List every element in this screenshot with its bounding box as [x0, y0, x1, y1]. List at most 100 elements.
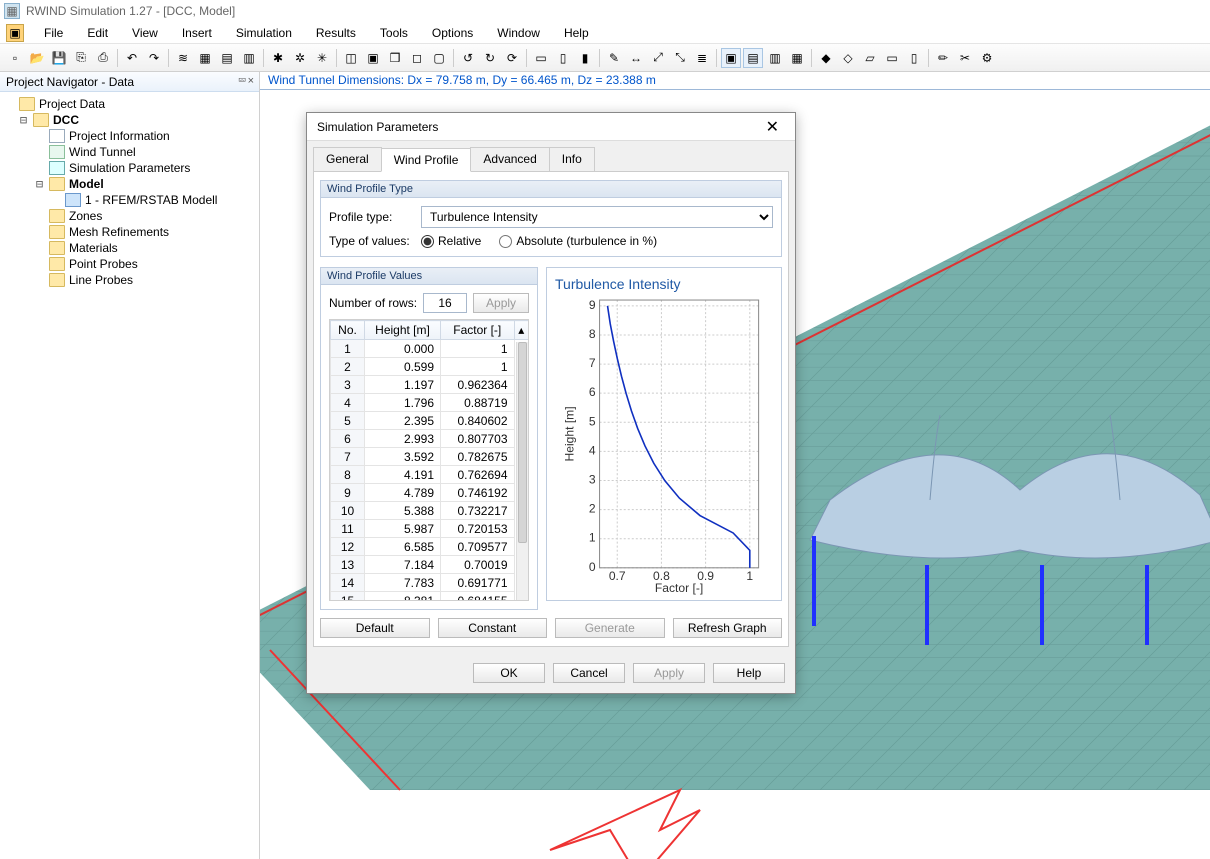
generate-button[interactable]: Generate: [555, 618, 665, 638]
scale-icon[interactable]: ⤡: [670, 48, 690, 68]
table-row[interactable]: 105.3880.732217: [331, 502, 529, 520]
stack-icon[interactable]: ≣: [692, 48, 712, 68]
settings-icon[interactable]: ⚙: [977, 48, 997, 68]
number-of-rows-input[interactable]: [423, 293, 467, 313]
overlay-icon[interactable]: ▯: [553, 48, 573, 68]
snap-icon[interactable]: ▥: [239, 48, 259, 68]
table-row[interactable]: 31.1970.962364: [331, 376, 529, 394]
tree-root[interactable]: Project Data: [4, 96, 255, 112]
palette-icon[interactable]: ▮: [575, 48, 595, 68]
col-no[interactable]: No.: [331, 321, 365, 340]
ccw-icon[interactable]: ↺: [458, 48, 478, 68]
col-height[interactable]: Height [m]: [365, 321, 441, 340]
table-row[interactable]: 10.0001: [331, 340, 529, 358]
run2-icon[interactable]: ✲: [290, 48, 310, 68]
tree-model[interactable]: ⊟Model: [4, 176, 255, 192]
table-row[interactable]: 147.7830.691771: [331, 574, 529, 592]
undo-icon[interactable]: ↶: [122, 48, 142, 68]
move-icon[interactable]: ↔: [626, 48, 646, 68]
graph-icon[interactable]: ◫: [341, 48, 361, 68]
cube-icon[interactable]: ❒: [385, 48, 405, 68]
tab-wind-profile[interactable]: Wind Profile: [381, 148, 472, 172]
relative-radio[interactable]: Relative: [421, 234, 481, 248]
ok-button[interactable]: OK: [473, 663, 545, 683]
apply-rows-button[interactable]: Apply: [473, 293, 529, 313]
absolute-radio[interactable]: Absolute (turbulence in %): [499, 234, 657, 248]
run-icon[interactable]: ✱: [268, 48, 288, 68]
table-row[interactable]: 62.9930.807703: [331, 430, 529, 448]
profile-type-select[interactable]: Turbulence Intensity: [421, 206, 773, 228]
tree-materials[interactable]: Materials: [4, 240, 255, 256]
tool-d-icon[interactable]: ▭: [882, 48, 902, 68]
table-row[interactable]: 94.7890.746192: [331, 484, 529, 502]
box-icon[interactable]: ▣: [363, 48, 383, 68]
pick-icon[interactable]: ✎: [604, 48, 624, 68]
tree-zones[interactable]: Zones: [4, 208, 255, 224]
cancel-button[interactable]: Cancel: [553, 663, 625, 683]
menu-options[interactable]: Options: [420, 24, 485, 42]
tree-line-probes[interactable]: Line Probes: [4, 272, 255, 288]
sync-icon[interactable]: ⟳: [502, 48, 522, 68]
redo-icon[interactable]: ↷: [144, 48, 164, 68]
table-row[interactable]: 84.1910.762694: [331, 466, 529, 484]
cw-icon[interactable]: ↻: [480, 48, 500, 68]
table-row[interactable]: 158.3810.684155: [331, 592, 529, 602]
viewmode1-icon[interactable]: ▣: [721, 48, 741, 68]
menu-help[interactable]: Help: [552, 24, 601, 42]
saveall-icon[interactable]: ⎘: [71, 48, 91, 68]
col-factor[interactable]: Factor [-]: [441, 321, 515, 340]
layer-icon[interactable]: ▭: [531, 48, 551, 68]
tree-project[interactable]: ⊟DCC: [4, 112, 255, 128]
tree-wind-tunnel[interactable]: Wind Tunnel: [4, 144, 255, 160]
rotate-icon[interactable]: ⤢: [648, 48, 668, 68]
tree-project-info[interactable]: Project Information: [4, 128, 255, 144]
tool-a-icon[interactable]: ◆: [816, 48, 836, 68]
tool-c-icon[interactable]: ▱: [860, 48, 880, 68]
viewmode3-icon[interactable]: ▥: [765, 48, 785, 68]
mesh-icon[interactable]: ▦: [195, 48, 215, 68]
menu-results[interactable]: Results: [304, 24, 368, 42]
save-icon[interactable]: 💾: [49, 48, 69, 68]
color-icon[interactable]: ✏: [933, 48, 953, 68]
menu-insert[interactable]: Insert: [170, 24, 224, 42]
close-icon[interactable]: ✕: [760, 117, 785, 137]
default-button[interactable]: Default: [320, 618, 430, 638]
menu-file[interactable]: File: [32, 24, 75, 42]
tab-general[interactable]: General: [313, 147, 382, 171]
filter-icon[interactable]: ✂: [955, 48, 975, 68]
table-row[interactable]: 41.7960.88719: [331, 394, 529, 412]
table-row[interactable]: 126.5850.709577: [331, 538, 529, 556]
profile-values-table[interactable]: No. Height [m] Factor [-] ▴ 10.000120.59…: [329, 319, 529, 601]
table-scrollbar[interactable]: [516, 342, 528, 600]
table-row[interactable]: 115.9870.720153: [331, 520, 529, 538]
select-icon[interactable]: ◻: [407, 48, 427, 68]
tree-model-child[interactable]: 1 - RFEM/RSTAB Modell: [4, 192, 255, 208]
tool-e-icon[interactable]: ▯: [904, 48, 924, 68]
tree-sim-params[interactable]: Simulation Parameters: [4, 160, 255, 176]
new-icon[interactable]: ▫: [5, 48, 25, 68]
print-icon[interactable]: ⎙: [93, 48, 113, 68]
viewmode4-icon[interactable]: ▦: [787, 48, 807, 68]
open-icon[interactable]: 📂: [27, 48, 47, 68]
table-row[interactable]: 52.3950.840602: [331, 412, 529, 430]
tree-mesh[interactable]: Mesh Refinements: [4, 224, 255, 240]
constant-button[interactable]: Constant: [438, 618, 548, 638]
run3-icon[interactable]: ✳: [312, 48, 332, 68]
tab-info[interactable]: Info: [549, 147, 595, 171]
tab-advanced[interactable]: Advanced: [470, 147, 549, 171]
table-row[interactable]: 20.5991: [331, 358, 529, 376]
menu-view[interactable]: View: [120, 24, 170, 42]
menu-tools[interactable]: Tools: [368, 24, 420, 42]
menu-window[interactable]: Window: [485, 24, 552, 42]
help-button[interactable]: Help: [713, 663, 785, 683]
refresh-graph-button[interactable]: Refresh Graph: [673, 618, 783, 638]
viewmode2-icon[interactable]: ▤: [743, 48, 763, 68]
tree-point-probes[interactable]: Point Probes: [4, 256, 255, 272]
wind-icon[interactable]: ≋: [173, 48, 193, 68]
nav-pin-icon[interactable]: ⮹ ×: [238, 75, 253, 88]
tool-b-icon[interactable]: ◇: [838, 48, 858, 68]
grid-icon[interactable]: ▤: [217, 48, 237, 68]
table-row[interactable]: 137.1840.70019: [331, 556, 529, 574]
menu-edit[interactable]: Edit: [75, 24, 120, 42]
apply-button[interactable]: Apply: [633, 663, 705, 683]
